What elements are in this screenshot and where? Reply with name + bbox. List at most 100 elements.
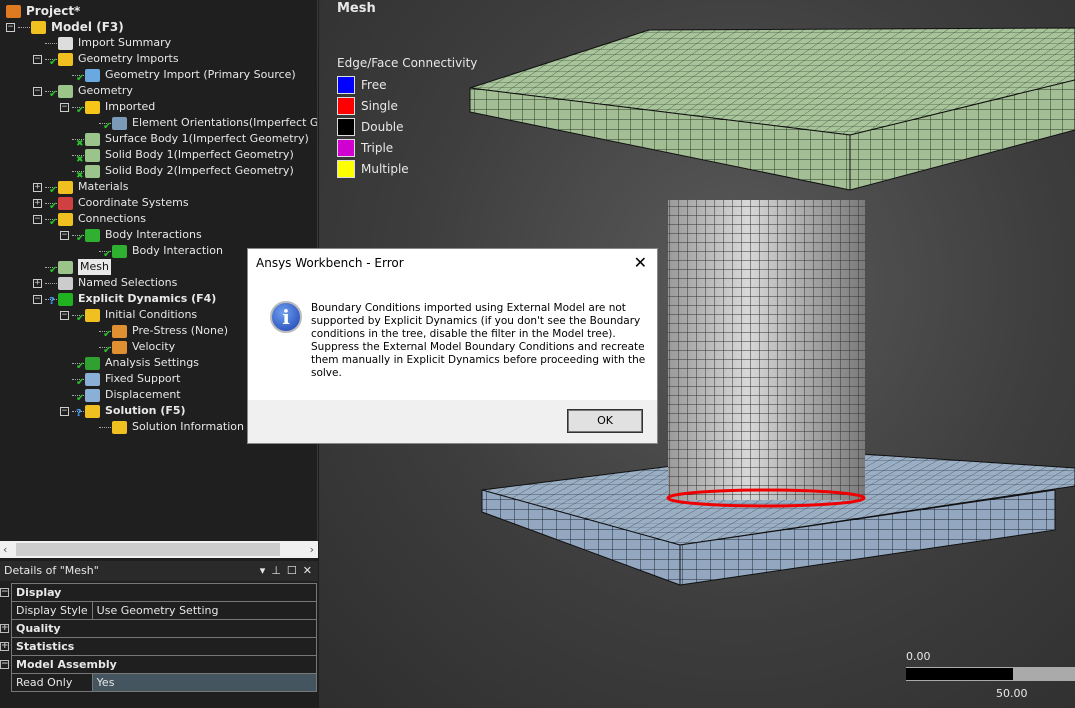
property-value[interactable]: Use Geometry Setting [91,601,318,620]
property-name: Display Style [11,601,93,620]
details-group[interactable]: + Statistics [0,637,317,656]
named-selections-icon [58,276,73,290]
tree-item[interactable]: ✖ Solid Body 1(Imperfect Geometry) [60,147,294,165]
tree-item[interactable]: ✔ Displacement [60,387,181,404]
tree-item-label: Mesh [78,259,111,275]
collapse-icon[interactable]: − [60,406,69,416]
collapse-icon[interactable]: − [33,294,42,304]
scale-bar-fill [906,668,1013,680]
collapse-icon[interactable]: − [0,660,9,669]
t0-icon: ✔ [103,324,127,340]
t0-icon: ✔ [103,340,127,356]
tree-item-label: Geometry Imports [78,52,179,65]
details-group[interactable]: − Model Assembly [0,655,317,674]
solution-icon: ? [76,404,100,419]
collapse-icon[interactable]: − [33,214,42,224]
tree-item[interactable]: ✔ Body Interaction [87,243,223,260]
tree-item-label: Import Summary [78,36,172,49]
property-value[interactable]: Yes [91,673,318,692]
details-property[interactable]: Display Style Use Geometry Setting [11,601,318,620]
initial-conditions-icon: ✔ [76,308,100,324]
tree-item-label: Surface Body 1(Imperfect Geometry) [105,132,309,145]
tree-item[interactable]: ✖ Solid Body 2(Imperfect Geometry) [60,163,294,181]
tree-item[interactable]: ✔ Fixed Support [60,371,181,388]
tree-item[interactable]: + Named Selections [33,275,177,291]
tree-item[interactable]: Project* [6,3,80,19]
materials-icon: ✔ [49,180,73,196]
details-group[interactable]: + Quality [0,619,317,638]
error-dialog: Ansys Workbench - Error ✕ i Boundary Con… [247,248,658,444]
scrollbar-thumb[interactable] [16,543,280,556]
expand-icon[interactable]: + [0,642,9,651]
collapse-icon[interactable]: − [6,22,15,32]
tree-horizontal-scrollbar[interactable]: ‹ › [0,541,318,558]
expand-icon[interactable]: + [33,198,42,208]
tree-item[interactable]: − ✔ Geometry [33,83,133,100]
connections-icon: ✔ [49,212,73,228]
collapse-icon[interactable]: − [33,86,42,96]
tree-item[interactable]: ✔ Analysis Settings [60,355,199,372]
collapse-icon[interactable]: − [0,588,9,597]
tree-item[interactable]: − ✔ Initial Conditions [60,307,197,324]
ok-button[interactable]: OK [567,409,643,433]
tree-item-label: Model (F3) [51,20,124,34]
check-icon: ✔ [49,88,58,100]
body-interactions-icon: ✔ [76,228,100,244]
tree-item[interactable]: Solution Information [87,419,244,435]
close-icon[interactable]: ✕ [303,561,312,581]
body-interaction-icon: ✔ [103,244,127,260]
geometry-import-icon: ✔ [76,68,100,84]
dialog-footer: OK [248,400,657,443]
check-icon: ✔ [76,104,85,116]
details-group[interactable]: − Display [0,583,317,602]
tree-item[interactable]: −? Solution (F5) [60,403,186,419]
scroll-right-arrow[interactable]: › [310,541,314,558]
scroll-left-arrow[interactable]: ‹ [3,541,7,558]
details-header: Details of "Mesh" ▾ ⊥ ☐ ✕ [0,561,318,581]
tree-item-label: Element Orientations(Imperfect Geome [132,116,318,129]
tree-item[interactable]: − ✔ Imported [60,99,155,116]
tree-item[interactable]: ✔ Mesh [33,259,111,276]
expand-icon[interactable]: + [33,182,42,192]
question-icon: ? [49,295,55,307]
tree-item[interactable]: ✔ Pre-Stress (None) [87,323,229,340]
tree-item[interactable]: ✖ Surface Body 1(Imperfect Geometry) [60,131,309,149]
tree-item-label: Solid Body 2(Imperfect Geometry) [105,164,294,177]
tree-item[interactable]: ✔ Velocity [87,339,175,356]
tree-item-label: Geometry [78,84,133,97]
collapse-icon[interactable]: − [60,230,69,240]
tree-item[interactable]: ✔ Geometry Import (Primary Source) [60,67,296,84]
dialog-close-button[interactable]: ✕ [634,253,647,272]
details-grid[interactable]: − Display Display Style Use Geometry Settin… [0,583,318,692]
dialog-message: Boundary Conditions imported using Exter… [311,302,646,379]
dropdown-icon[interactable]: ▾ [260,561,266,581]
model-icon [31,20,46,34]
tree-item[interactable]: + ✔ Materials [33,179,129,196]
group-label: Statistics [16,640,75,653]
pin-icon[interactable]: ⊥ [271,561,281,581]
tree-item-label: Solid Body 1(Imperfect Geometry) [105,148,294,161]
tree-item-label: Materials [78,180,129,193]
tree-item-label: Geometry Import (Primary Source) [105,68,296,81]
info-icon: i [270,301,302,333]
tree-item[interactable]: −? Explicit Dynamics (F4) [33,291,216,307]
tree-item[interactable]: − ✔ Connections [33,211,146,228]
tree-item[interactable]: ✔ Element Orientations(Imperfect Geome [87,115,318,132]
geometry-imports-icon: ✔ [49,52,73,68]
tree-item[interactable]: − ✔ Geometry Imports [33,51,179,68]
tree-item[interactable]: − ✔ Body Interactions [60,227,202,244]
details-property[interactable]: Read Only Yes [11,673,318,692]
tree-item[interactable]: Import Summary [33,35,171,51]
expand-icon[interactable]: + [33,278,42,288]
expand-icon[interactable]: + [0,624,9,633]
collapse-icon[interactable]: − [33,54,42,64]
tree-item-label: Analysis Settings [105,356,199,369]
maximize-icon[interactable]: ☐ [287,561,297,581]
tree-item-label: Pre-Stress (None) [132,324,229,337]
collapse-icon[interactable]: − [60,102,69,112]
tree-item[interactable]: − Model (F3) [6,19,124,35]
details-title: Details of "Mesh" [4,564,99,577]
tree-item[interactable]: + ✔ Coordinate Systems [33,195,189,212]
import-summary-icon [58,36,73,50]
collapse-icon[interactable]: − [60,310,69,320]
